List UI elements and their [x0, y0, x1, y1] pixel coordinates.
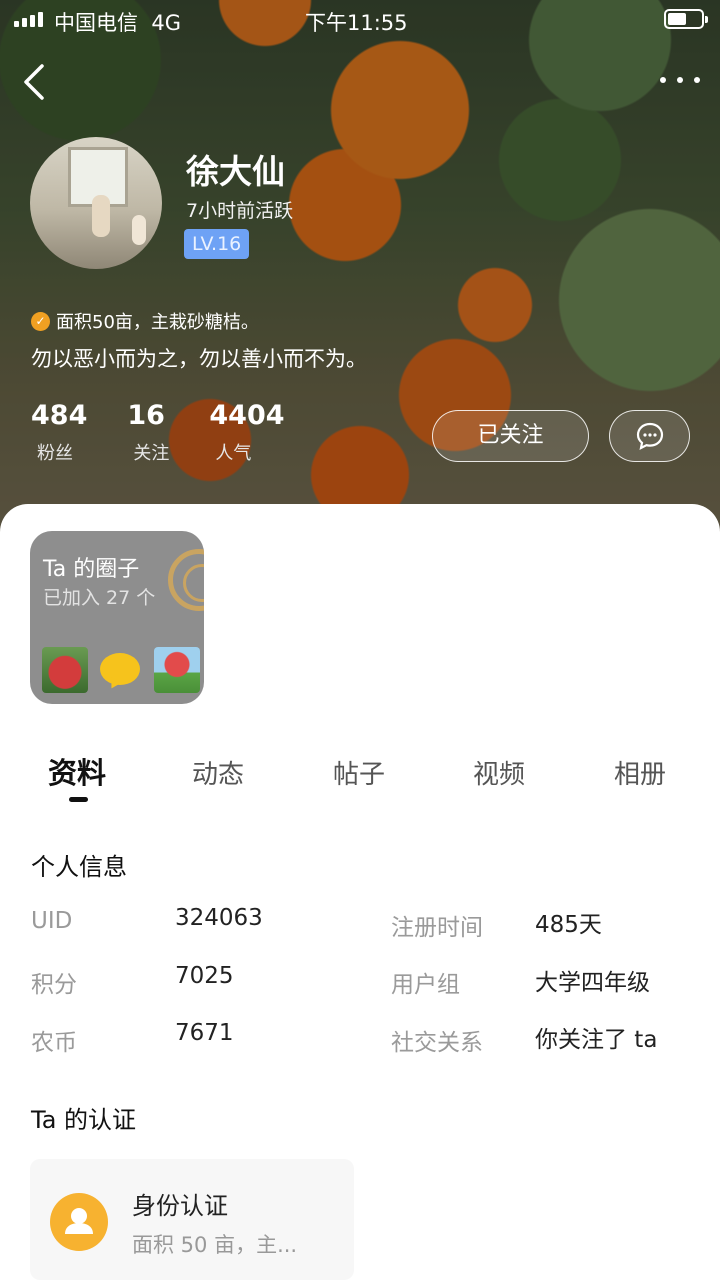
chat-bubble-icon: [636, 422, 663, 451]
user-motto: 勿以恶小而为之，勿以善小而不为。: [31, 347, 367, 371]
circles-title: Ta 的圈子: [43, 557, 140, 582]
profile-tabs: 资料 动态 帖子 视频 相册: [0, 750, 720, 810]
info-value-coins: 7671: [175, 1020, 234, 1046]
certification-line: ✓ 面积50亩，主栽砂糖桔。: [31, 308, 259, 334]
level-badge: LV.16: [184, 229, 250, 259]
signal-icon: [14, 12, 43, 27]
info-value-user-group: 大学四年级: [535, 970, 650, 996]
last-active-time: 7小时前活跃: [186, 200, 294, 222]
certification-card-title: 身份认证: [132, 1192, 228, 1220]
user-icon: [50, 1193, 108, 1251]
info-value-points: 7025: [175, 963, 234, 989]
info-label-coins: 农币: [31, 1030, 77, 1056]
info-label-user-group: 用户组: [391, 972, 460, 998]
certification-text: 面积50亩，主栽砂糖桔。: [56, 312, 259, 333]
tab-albums[interactable]: 相册: [614, 754, 666, 791]
username: 徐大仙: [186, 152, 285, 191]
profile-stats: 484 粉丝 16 关注 4404 人气: [31, 400, 325, 465]
verified-badge-icon: ✓: [31, 311, 50, 331]
info-value-registration: 485天: [535, 912, 602, 938]
status-bar: 中国电信 4G 下午11:55: [0, 0, 720, 40]
personal-info-title: 个人信息: [31, 853, 127, 881]
tab-posts[interactable]: 帖子: [333, 754, 385, 791]
info-value-relationship: 你关注了 ta: [535, 1027, 658, 1053]
status-time: 下午11:55: [305, 11, 408, 35]
carrier-label: 中国电信 4G: [54, 11, 181, 35]
info-value-uid: 324063: [175, 905, 263, 931]
stat-following[interactable]: 16 关注: [127, 400, 169, 465]
profile-content-sheet: Ta 的圈子 已加入 27 个 资料 动态 帖子 视频 相册 个人信息 UID …: [0, 504, 720, 1280]
info-label-relationship: 社交关系: [391, 1030, 483, 1056]
back-button[interactable]: [20, 60, 50, 104]
tab-videos[interactable]: 视频: [473, 754, 525, 791]
follow-button[interactable]: 已关注: [432, 410, 589, 462]
profile-header-background: 中国电信 4G 下午11:55 徐大仙 7小时前活跃 LV.16 ✓ 面积50亩…: [0, 0, 720, 540]
certification-card-desc: 面积 50 亩，主...: [132, 1233, 298, 1257]
battery-icon: [664, 9, 708, 29]
message-button[interactable]: [609, 410, 690, 462]
active-tab-indicator: [69, 797, 88, 802]
info-label-uid: UID: [31, 908, 73, 934]
spiral-decoration: [168, 549, 204, 611]
avatar[interactable]: [30, 137, 162, 269]
certification-section-title: Ta 的认证: [31, 1106, 137, 1134]
tab-activity[interactable]: 动态: [192, 754, 244, 791]
info-label-registration: 注册时间: [391, 915, 483, 941]
circle-thumbnail-chat: [98, 647, 144, 693]
stat-followers[interactable]: 484 粉丝: [31, 400, 87, 465]
stat-popularity: 4404 人气: [209, 400, 285, 464]
chevron-left-icon: [24, 64, 44, 100]
circle-thumbnail-kid: [154, 647, 200, 693]
identity-certification-card[interactable]: 身份认证 面积 50 亩，主...: [30, 1159, 354, 1280]
circles-card[interactable]: Ta 的圈子 已加入 27 个: [30, 531, 204, 704]
circle-thumbnail-fruit: [42, 647, 88, 693]
info-label-points: 积分: [31, 972, 77, 998]
tab-profile[interactable]: 资料: [48, 750, 106, 792]
more-options-button[interactable]: [660, 68, 700, 92]
circles-joined-count: 已加入 27 个: [43, 587, 156, 609]
